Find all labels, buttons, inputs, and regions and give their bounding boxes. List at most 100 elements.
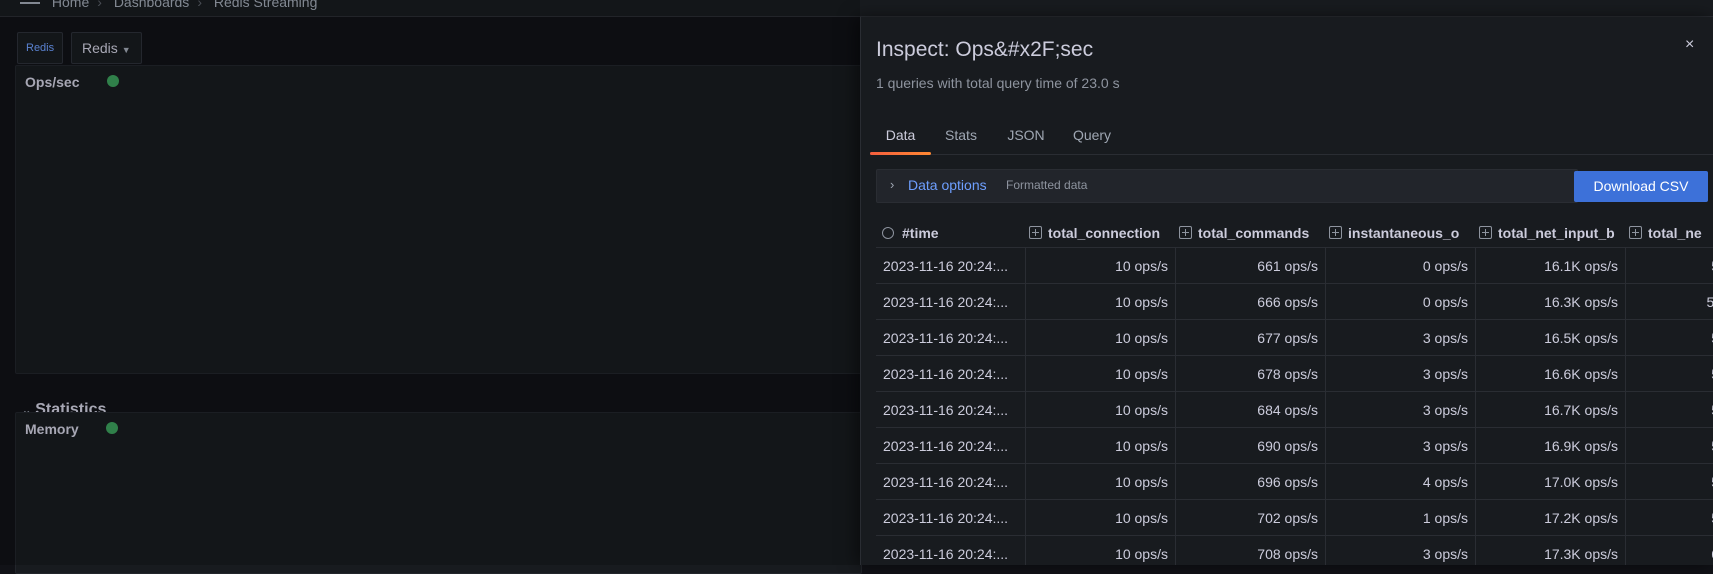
table-cell: 6 [1626, 536, 1713, 565]
table-cell: 3 ops/s [1326, 356, 1476, 392]
dashboard-area: Redis Redis ▼ Ops/sec ⌄ Statistics Memory [0, 17, 862, 574]
table-cell: 16.5K ops/s [1476, 320, 1626, 356]
table-row: 2023-11-16 20:24:... 10 ops/s 661 ops/s 0 o… [876, 247, 1713, 284]
table-header: #time total_connection total_commands in… [876, 219, 1713, 247]
column-header[interactable]: total_commands [1179, 219, 1316, 247]
table-row: 2023-11-16 20:24:... 10 ops/s 702 ops/s 1 o… [876, 499, 1713, 536]
table-cell: 10 ops/s [1026, 500, 1176, 536]
tab-data[interactable]: Data [870, 124, 931, 155]
table-cell: 17.2K ops/s [1476, 500, 1626, 536]
table-cell: 0 ops/s [1326, 248, 1476, 284]
inspect-title: Inspect: Ops&#x2F;sec [876, 38, 1094, 61]
table-row: 2023-11-16 20:24:... 10 ops/s 690 ops/s 3 o… [876, 427, 1713, 464]
table-cell: 666 ops/s [1176, 284, 1326, 320]
panel-title: Ops/sec [25, 74, 80, 90]
number-field-icon [1629, 226, 1642, 239]
column-header[interactable]: instantaneous_o [1329, 219, 1466, 247]
table-cell: 5 [1626, 428, 1713, 464]
table-cell: 10 ops/s [1026, 356, 1176, 392]
table-cell: 1 ops/s [1326, 500, 1476, 536]
table-cell: 678 ops/s [1176, 356, 1326, 392]
table-cell: 3 ops/s [1326, 428, 1476, 464]
tab-query[interactable]: Query [1067, 124, 1117, 154]
table-cell: 16.7K ops/s [1476, 392, 1626, 428]
data-options-desc: Formatted data [1006, 178, 1088, 192]
data-options-toggle[interactable]: › Data options Formatted data [876, 169, 1578, 203]
table-cell: 5 [1626, 320, 1713, 356]
number-field-icon [1329, 226, 1342, 239]
table-cell: 708 ops/s [1176, 536, 1326, 565]
inspect-tabs: Data Stats JSON Query [870, 124, 1713, 155]
table-cell: 5 [1626, 248, 1713, 284]
table-cell: 2023-11-16 20:24:... [876, 248, 1026, 284]
column-header[interactable]: total_ne [1629, 219, 1713, 247]
table-cell: 2023-11-16 20:24:... [876, 356, 1026, 392]
top-nav-bar: Home › Dashboards › Redis Streaming [0, 0, 1713, 17]
chevron-right-icon: › [890, 177, 895, 192]
column-header[interactable]: total_net_input_b [1479, 219, 1615, 247]
table-cell: 10 ops/s [1026, 428, 1176, 464]
table-cell: 690 ops/s [1176, 428, 1326, 464]
panel-memory[interactable]: Memory [15, 412, 862, 574]
caret-down-icon: ▼ [121, 45, 131, 55]
table-row: 2023-11-16 20:24:... 10 ops/s 708 ops/s 3 o… [876, 535, 1713, 565]
table-cell: 17.3K ops/s [1476, 536, 1626, 565]
variable-select-value: Redis [82, 40, 118, 56]
table-cell: 3 ops/s [1326, 536, 1476, 565]
table-row: 2023-11-16 20:24:... 10 ops/s 696 ops/s 4 o… [876, 463, 1713, 500]
column-header[interactable]: total_connection [1029, 219, 1167, 247]
table-cell: 661 ops/s [1176, 248, 1326, 284]
table-cell: 16.9K ops/s [1476, 428, 1626, 464]
table-cell: 10 ops/s [1026, 536, 1176, 565]
inspect-drawer: Inspect: Ops&#x2F;sec 1 queries with tot… [860, 17, 1713, 565]
table-cell: 2023-11-16 20:24:... [876, 392, 1026, 428]
table-cell: 2023-11-16 20:24:... [876, 464, 1026, 500]
table-cell: 10 ops/s [1026, 248, 1176, 284]
variable-select[interactable]: Redis ▼ [71, 32, 142, 64]
breadcrumb-home[interactable]: Home [52, 0, 89, 10]
table-row: 2023-11-16 20:24:... 10 ops/s 677 ops/s 3 o… [876, 319, 1713, 356]
table-cell: 2023-11-16 20:24:... [876, 284, 1026, 320]
table-cell: 5 [1626, 392, 1713, 428]
table-cell: 4 ops/s [1326, 464, 1476, 500]
table-cell: 2023-11-16 20:24:... [876, 536, 1026, 565]
tab-stats[interactable]: Stats [939, 124, 983, 154]
breadcrumb-current: Redis Streaming [213, 0, 318, 10]
table-cell: 684 ops/s [1176, 392, 1326, 428]
breadcrumb: Home › Dashboards › Redis Streaming [20, 0, 325, 10]
panel-ops-sec[interactable]: Ops/sec [15, 65, 862, 374]
number-field-icon [1479, 226, 1492, 239]
table-cell: 10 ops/s [1026, 320, 1176, 356]
close-icon[interactable]: × [1685, 36, 1694, 54]
data-table: #time total_connection total_commands in… [876, 219, 1713, 565]
panel-title: Memory [25, 421, 79, 437]
table-cell: 3 ops/s [1326, 320, 1476, 356]
table-cell: 5 [1626, 464, 1713, 500]
column-header[interactable]: #time [882, 219, 1022, 247]
table-cell: 2023-11-16 20:24:... [876, 500, 1026, 536]
table-cell: 2023-11-16 20:24:... [876, 320, 1026, 356]
number-field-icon [1179, 226, 1192, 239]
breadcrumb-dashboards[interactable]: Dashboards [114, 0, 190, 10]
table-cell: 16.3K ops/s [1476, 284, 1626, 320]
table-cell: 2023-11-16 20:24:... [876, 428, 1026, 464]
table-row: 2023-11-16 20:24:... 10 ops/s 678 ops/s 3 o… [876, 355, 1713, 392]
status-dot-icon [106, 422, 118, 434]
table-cell: 16.1K ops/s [1476, 248, 1626, 284]
table-cell: 3 ops/s [1326, 392, 1476, 428]
number-field-icon [1029, 226, 1042, 239]
clock-icon [882, 227, 894, 239]
inspect-subtitle: 1 queries with total query time of 23.0 … [876, 75, 1120, 91]
table-cell: 10 ops/s [1026, 284, 1176, 320]
table-row: 2023-11-16 20:24:... 10 ops/s 684 ops/s 3 o… [876, 391, 1713, 428]
table-cell: 17.0K ops/s [1476, 464, 1626, 500]
status-dot-icon [107, 75, 119, 87]
menu-icon[interactable] [20, 2, 40, 5]
table-cell: 696 ops/s [1176, 464, 1326, 500]
download-csv-button[interactable]: Download CSV [1574, 171, 1708, 202]
table-cell: 5 [1626, 356, 1713, 392]
table-cell: 0 ops/s [1326, 284, 1476, 320]
data-options-label: Data options [908, 177, 987, 193]
tab-json[interactable]: JSON [1002, 124, 1050, 154]
table-row: 2023-11-16 20:24:... 10 ops/s 666 ops/s 0 o… [876, 283, 1713, 320]
